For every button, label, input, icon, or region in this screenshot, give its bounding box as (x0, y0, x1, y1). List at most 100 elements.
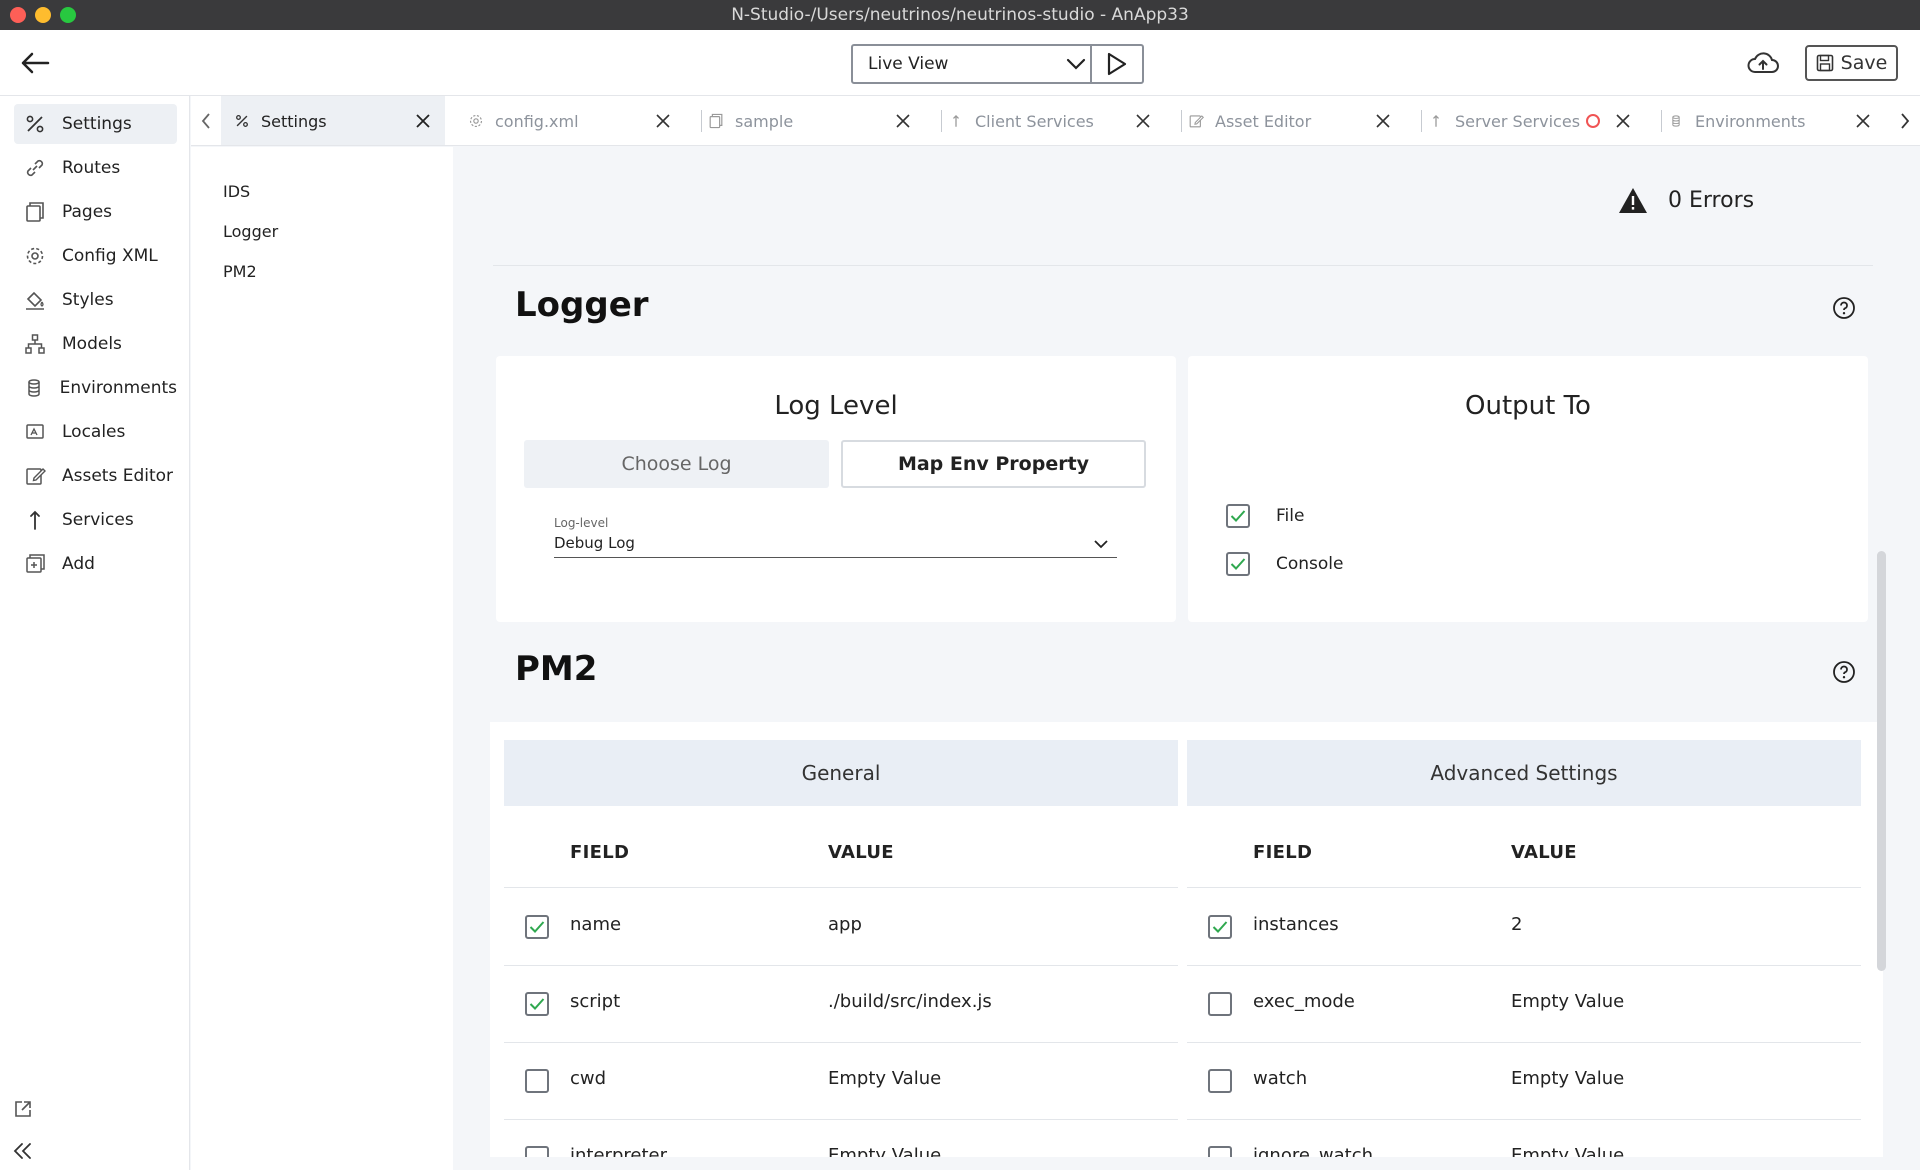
close-icon[interactable] (1373, 111, 1393, 131)
tab-label: Settings (261, 111, 327, 131)
divider (493, 265, 1873, 266)
back-button[interactable] (18, 46, 52, 80)
maximize-window-button[interactable] (60, 7, 76, 23)
link-icon (22, 155, 48, 181)
nav-label: Services (62, 510, 134, 530)
tab-label: config.xml (495, 111, 579, 131)
close-icon[interactable] (1853, 111, 1873, 131)
log-level-select[interactable]: Log-level Debug Log (554, 516, 1117, 558)
map-env-property-button[interactable]: Map Env Property (841, 440, 1146, 488)
tab-settings[interactable]: Settings (221, 96, 445, 145)
help-icon[interactable] (1831, 295, 1857, 321)
row-value[interactable]: Empty Value (828, 1068, 941, 1089)
chevron-down-icon (1094, 540, 1108, 549)
row-checkbox[interactable] (1208, 1069, 1232, 1093)
row-value[interactable]: Empty Value (1511, 1145, 1624, 1157)
nav-label: Styles (62, 290, 114, 310)
row-value[interactable]: 2 (1511, 914, 1522, 935)
nav-item-styles[interactable]: Styles (14, 280, 177, 320)
save-button[interactable]: Save (1805, 45, 1898, 81)
view-mode-value: Live View (868, 54, 949, 74)
file-checkbox[interactable] (1226, 504, 1250, 528)
tab-client-services[interactable]: Client Services (935, 96, 1165, 145)
row-value[interactable]: Empty Value (1511, 1068, 1624, 1089)
minimize-window-button[interactable] (35, 7, 51, 23)
collapse-sidebar-icon[interactable] (10, 1138, 36, 1164)
nav-item-models[interactable]: Models (14, 324, 177, 364)
nav-label: Add (62, 554, 95, 574)
play-button[interactable] (1092, 46, 1142, 82)
tab-environments[interactable]: Environments (1655, 96, 1885, 145)
row-checkbox[interactable] (1208, 915, 1232, 939)
row-checkbox[interactable] (1208, 992, 1232, 1016)
errors-indicator[interactable]: 0 Errors (1618, 187, 1754, 214)
close-icon[interactable] (893, 111, 913, 131)
close-icon[interactable] (653, 111, 673, 131)
option-label: File (1276, 506, 1305, 526)
subnav-item-ids[interactable]: IDS (223, 182, 250, 201)
output-console-option[interactable]: Console (1226, 552, 1344, 576)
row-field: exec_mode (1253, 991, 1355, 1012)
errors-count: 0 Errors (1668, 188, 1755, 213)
chevron-right-icon[interactable] (1890, 96, 1920, 145)
help-icon[interactable] (1831, 659, 1857, 685)
locale-icon (22, 419, 48, 445)
gear-icon (467, 112, 485, 130)
close-icon[interactable] (413, 111, 433, 131)
external-link-icon[interactable] (10, 1096, 36, 1122)
nav-item-settings[interactable]: Settings (14, 104, 177, 144)
view-mode-select[interactable]: Live View (851, 44, 1144, 84)
row-checkbox[interactable] (525, 915, 549, 939)
nav-item-routes[interactable]: Routes (14, 148, 177, 188)
chevron-down-icon[interactable] (1062, 46, 1092, 82)
tab-asset-editor[interactable]: Asset Editor (1175, 96, 1405, 145)
choose-log-button[interactable]: Choose Log (524, 440, 829, 488)
output-file-option[interactable]: File (1226, 504, 1304, 528)
row-checkbox[interactable] (525, 1069, 549, 1093)
tab-server-services[interactable]: Server Services (1415, 96, 1645, 145)
nav-item-config-xml[interactable]: Config XML (14, 236, 177, 276)
row-checkbox[interactable] (1208, 1146, 1232, 1157)
row-checkbox[interactable] (525, 1146, 549, 1157)
content-scrollbar[interactable] (1877, 551, 1886, 971)
console-checkbox[interactable] (1226, 552, 1250, 576)
tab-label: sample (735, 111, 794, 131)
save-label: Save (1840, 52, 1888, 74)
column-value: VALUE (828, 842, 894, 863)
nav-item-locales[interactable]: Locales (14, 412, 177, 452)
output-to-title: Output To (1465, 391, 1591, 421)
hierarchy-icon (22, 331, 48, 357)
close-icon[interactable] (1133, 111, 1153, 131)
close-window-button[interactable] (10, 7, 26, 23)
database-icon (1667, 112, 1685, 130)
tab-config-xml[interactable]: config.xml (455, 96, 685, 145)
row-value[interactable]: Empty Value (828, 1145, 941, 1157)
row-value[interactable]: Empty Value (1511, 991, 1624, 1012)
nav-label: Settings (62, 114, 132, 134)
tab-sample[interactable]: sample (695, 96, 925, 145)
subnav-item-logger[interactable]: Logger (223, 222, 278, 241)
nav-label: Models (62, 334, 122, 354)
table-row: name app (504, 889, 1178, 966)
nav-item-environments[interactable]: Environments (14, 368, 177, 408)
row-field: script (570, 991, 621, 1012)
table-row: instances 2 (1187, 889, 1861, 966)
row-value[interactable]: app (828, 914, 862, 935)
row-checkbox[interactable] (525, 992, 549, 1016)
settings-icon (233, 112, 251, 130)
pages-icon (707, 112, 725, 130)
nav-item-services[interactable]: Services (14, 500, 177, 540)
subnav-item-pm2[interactable]: PM2 (223, 262, 257, 281)
nav-item-pages[interactable]: Pages (14, 192, 177, 232)
top-toolbar: Live View Save (0, 30, 1920, 96)
nav-item-assets-editor[interactable]: Assets Editor (14, 456, 177, 496)
table-row: watch Empty Value (1187, 1043, 1861, 1120)
pm2-advanced-panel: Advanced Settings FIELD VALUE instances … (1187, 740, 1861, 1157)
option-label: Console (1276, 554, 1344, 574)
table-row: cwd Empty Value (504, 1043, 1178, 1120)
nav-item-add[interactable]: Add (14, 544, 177, 584)
chevron-left-icon[interactable] (191, 96, 221, 145)
cloud-upload-button[interactable] (1745, 47, 1781, 79)
row-value[interactable]: ./build/src/index.js (828, 991, 992, 1012)
close-icon[interactable] (1613, 111, 1633, 131)
